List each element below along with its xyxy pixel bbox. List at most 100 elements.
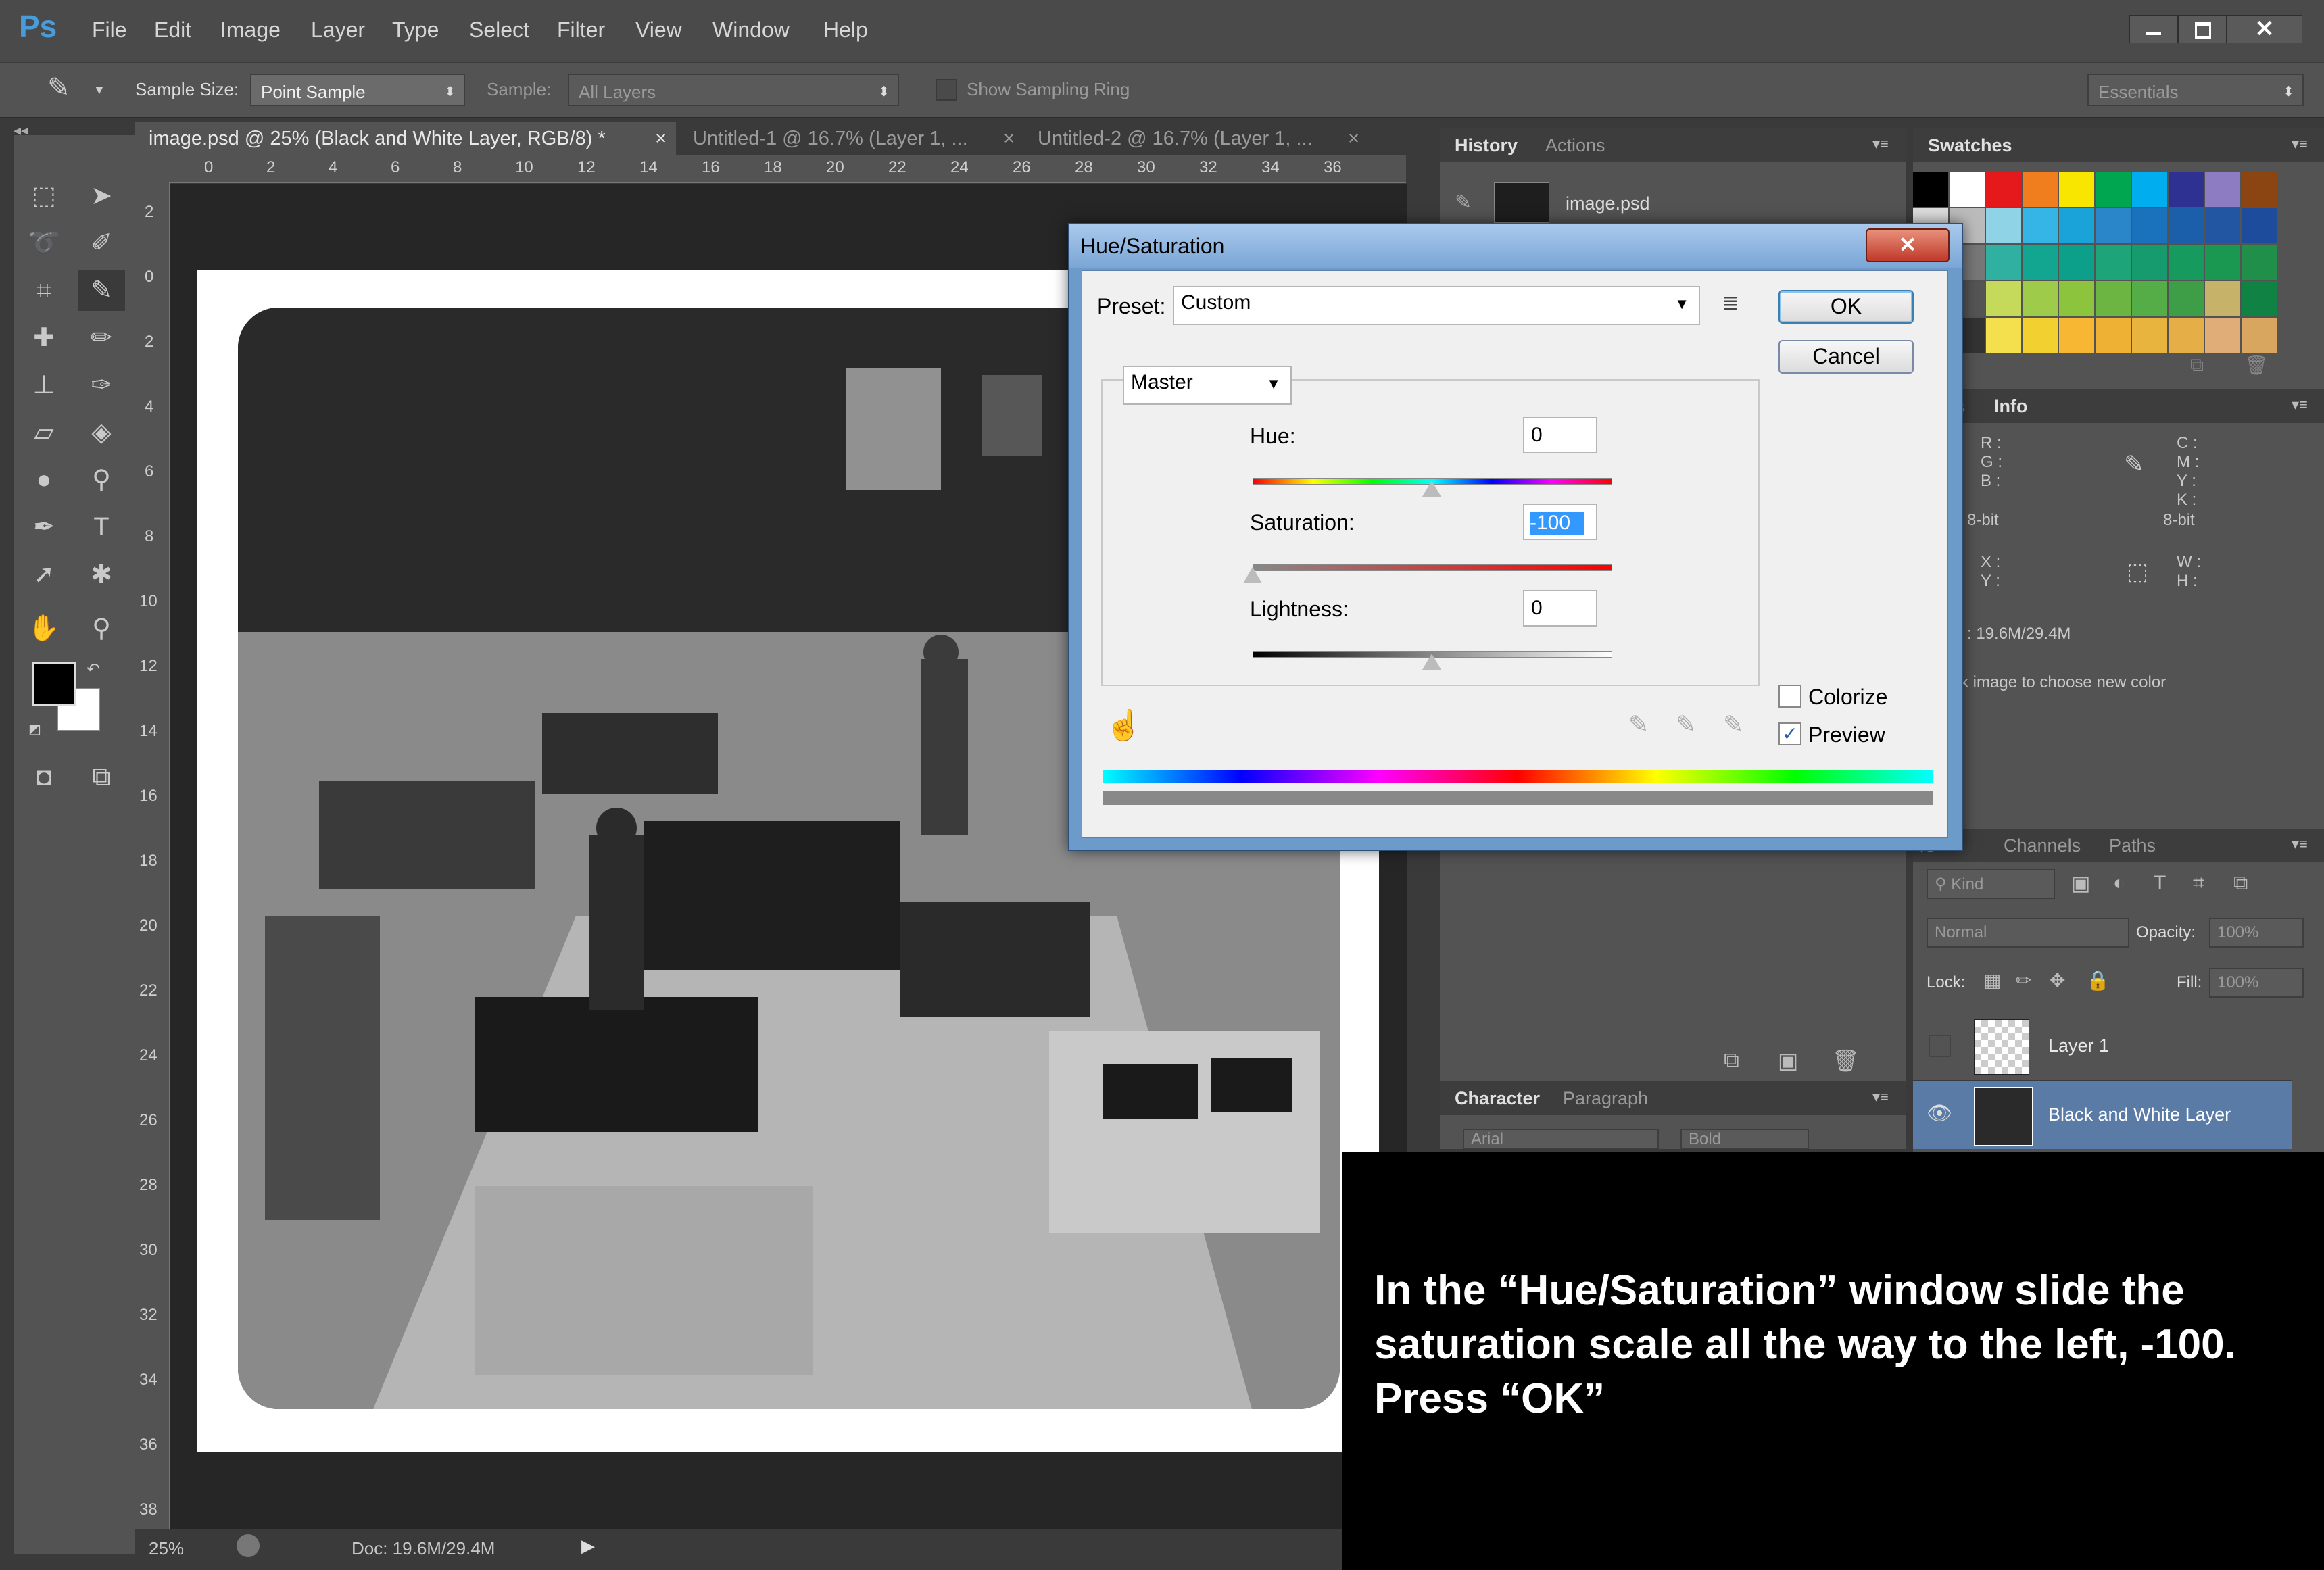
on-image-adjust-icon[interactable]: ☝ [1105, 708, 1142, 743]
clone-stamp-icon[interactable]: ⊥ [20, 365, 68, 406]
healing-brush-icon[interactable]: ✚ [20, 318, 68, 358]
eyedropper-plus-icon[interactable]: ✎ [1676, 710, 1696, 739]
adjustment-filter-icon[interactable]: ◐ [2113, 872, 2125, 895]
eyedropper-icon[interactable]: ✎ [47, 72, 70, 103]
swatches-grid[interactable] [1913, 172, 2278, 483]
panel-menu-icon[interactable]: ▾≡ [2292, 396, 2308, 414]
eyedropper-minus-icon[interactable]: ✎ [1723, 710, 1743, 739]
hue-input[interactable] [1523, 417, 1597, 453]
menu-edit[interactable]: Edit [154, 18, 191, 43]
panel-menu-icon[interactable]: ▾≡ [2292, 135, 2308, 153]
lightness-slider-thumb[interactable] [1422, 654, 1441, 670]
image-filter-icon[interactable]: ▣ [2071, 872, 2090, 896]
tab-untitled-2[interactable]: Untitled-2 @ 16.7% (Layer 1, ... × [1024, 122, 1369, 155]
foreground-color-swatch[interactable] [32, 662, 76, 706]
tab-paragraph[interactable]: Paragraph [1563, 1088, 1648, 1109]
hand-icon[interactable]: ✋ [20, 608, 68, 649]
saturation-slider-thumb[interactable] [1243, 567, 1262, 583]
new-document-icon[interactable]: ⧉ [1724, 1048, 1739, 1073]
collapse-icon[interactable]: ◂◂ [14, 122, 28, 139]
dialog-title-bar[interactable]: Hue/Saturation ✕ [1069, 224, 1962, 268]
font-family-select[interactable]: Arial [1463, 1129, 1659, 1149]
close-tab-icon[interactable]: × [655, 122, 667, 155]
menu-window[interactable]: Window [712, 18, 790, 43]
paint-bucket-icon[interactable]: ◈ [78, 412, 125, 453]
preset-select[interactable]: Custom ▼ [1173, 286, 1700, 325]
tab-character[interactable]: Character [1455, 1088, 1540, 1109]
font-style-select[interactable]: Bold [1680, 1129, 1809, 1149]
tab-history[interactable]: History [1455, 135, 1518, 156]
eye-icon[interactable]: 👁 [1927, 1102, 1952, 1125]
lock-transparent-icon[interactable]: ▦ [1983, 969, 2001, 991]
menu-select[interactable]: Select [469, 18, 529, 43]
lock-all-icon[interactable]: 🔒 [2086, 969, 2110, 991]
opacity-field[interactable]: 100% [2209, 918, 2304, 948]
maximize-icon[interactable] [2178, 15, 2227, 43]
menu-layer[interactable]: Layer [311, 18, 365, 43]
panel-menu-icon[interactable]: ▾≡ [2292, 835, 2308, 853]
preset-options-icon[interactable]: ≣ [1722, 291, 1739, 315]
lock-position-icon[interactable]: ✥ [2050, 969, 2065, 991]
eraser-icon[interactable]: ▱ [20, 412, 68, 453]
type-icon[interactable]: T [78, 507, 125, 547]
panel-menu-icon[interactable]: ▾≡ [1872, 135, 1889, 153]
workspace-select[interactable]: Essentials ⬍ [2087, 74, 2304, 106]
ok-button[interactable]: OK [1778, 290, 1914, 324]
layer-row-selected[interactable]: 👁 Black and White Layer [1913, 1081, 2292, 1149]
swap-colors-icon[interactable]: ↶ [87, 660, 100, 679]
play-arrow-icon[interactable]: ▶ [581, 1536, 595, 1556]
tab-channels[interactable]: Channels [2004, 835, 2081, 856]
minimize-icon[interactable] [2129, 15, 2178, 43]
layer-filter-kind[interactable]: ⚲ Kind [1927, 869, 2055, 899]
eyedropper-icon[interactable]: ✎ [1628, 710, 1649, 739]
panel-menu-icon[interactable]: ▾≡ [1872, 1088, 1889, 1106]
menu-help[interactable]: Help [823, 18, 868, 43]
lock-pixels-icon[interactable]: ✏ [2016, 969, 2031, 991]
menu-view[interactable]: View [635, 18, 682, 43]
path-select-icon[interactable]: ➚ [20, 554, 68, 595]
blur-icon[interactable]: ● [20, 460, 68, 500]
status-icon[interactable] [237, 1534, 260, 1557]
zoom-icon[interactable]: ⚲ [78, 608, 125, 649]
default-colors-icon[interactable]: ◩ [28, 720, 41, 737]
chevron-down-icon[interactable]: ▼ [93, 83, 105, 97]
quick-mask-icon[interactable]: ◘ [20, 757, 68, 798]
new-swatch-icon[interactable]: ⧉ [2190, 354, 2204, 376]
screen-mode-icon[interactable]: ⧉ [78, 757, 125, 798]
smart-object-filter-icon[interactable]: ⧉ [2233, 872, 2248, 895]
close-tab-icon[interactable]: × [1003, 122, 1015, 155]
tab-info[interactable]: Info [1994, 396, 2027, 417]
cancel-button[interactable]: Cancel [1778, 340, 1914, 374]
sample-size-select[interactable]: Point Sample ⬍ [250, 74, 465, 106]
shape-filter-icon[interactable]: ⌗ [2193, 872, 2204, 895]
quick-select-icon[interactable]: ✐ [78, 223, 125, 264]
visibility-toggle[interactable] [1929, 1035, 1951, 1057]
lightness-input[interactable] [1523, 590, 1597, 627]
zoom-level[interactable]: 25% [149, 1538, 184, 1559]
blend-mode-select[interactable]: Normal [1927, 918, 2129, 948]
preview-checkbox[interactable]: ✓ [1778, 722, 1801, 745]
close-icon[interactable]: ✕ [2227, 15, 2302, 43]
history-item[interactable]: ✎ image.psd [1447, 182, 1893, 223]
menu-filter[interactable]: Filter [557, 18, 605, 43]
trash-icon[interactable]: 🗑 [1832, 1048, 1860, 1073]
colorize-checkbox[interactable] [1778, 685, 1801, 708]
tab-swatches[interactable]: Swatches [1928, 135, 2012, 156]
layer-row[interactable]: Layer 1 [1913, 1012, 2292, 1081]
close-tab-icon[interactable]: × [1348, 122, 1359, 155]
menu-image[interactable]: Image [220, 18, 281, 43]
saturation-slider-track[interactable] [1253, 564, 1612, 571]
eyedropper-tool-icon[interactable]: ✎ [78, 270, 125, 311]
fill-field[interactable]: 100% [2209, 968, 2304, 998]
tab-actions[interactable]: Actions [1545, 135, 1605, 156]
dodge-icon[interactable]: ⚲ [78, 460, 125, 500]
lasso-icon[interactable]: ➰ [20, 223, 68, 264]
type-filter-icon[interactable]: T [2154, 872, 2166, 895]
brush-icon[interactable]: ✏ [78, 318, 125, 358]
menu-type[interactable]: Type [392, 18, 439, 43]
tab-untitled-1[interactable]: Untitled-1 @ 16.7% (Layer 1, ... × [679, 122, 1024, 155]
tab-paths[interactable]: Paths [2109, 835, 2156, 856]
dialog-close-button[interactable]: ✕ [1866, 228, 1950, 262]
channel-select[interactable]: Master ▼ [1123, 366, 1292, 405]
move-icon[interactable]: ➤ [78, 176, 125, 216]
